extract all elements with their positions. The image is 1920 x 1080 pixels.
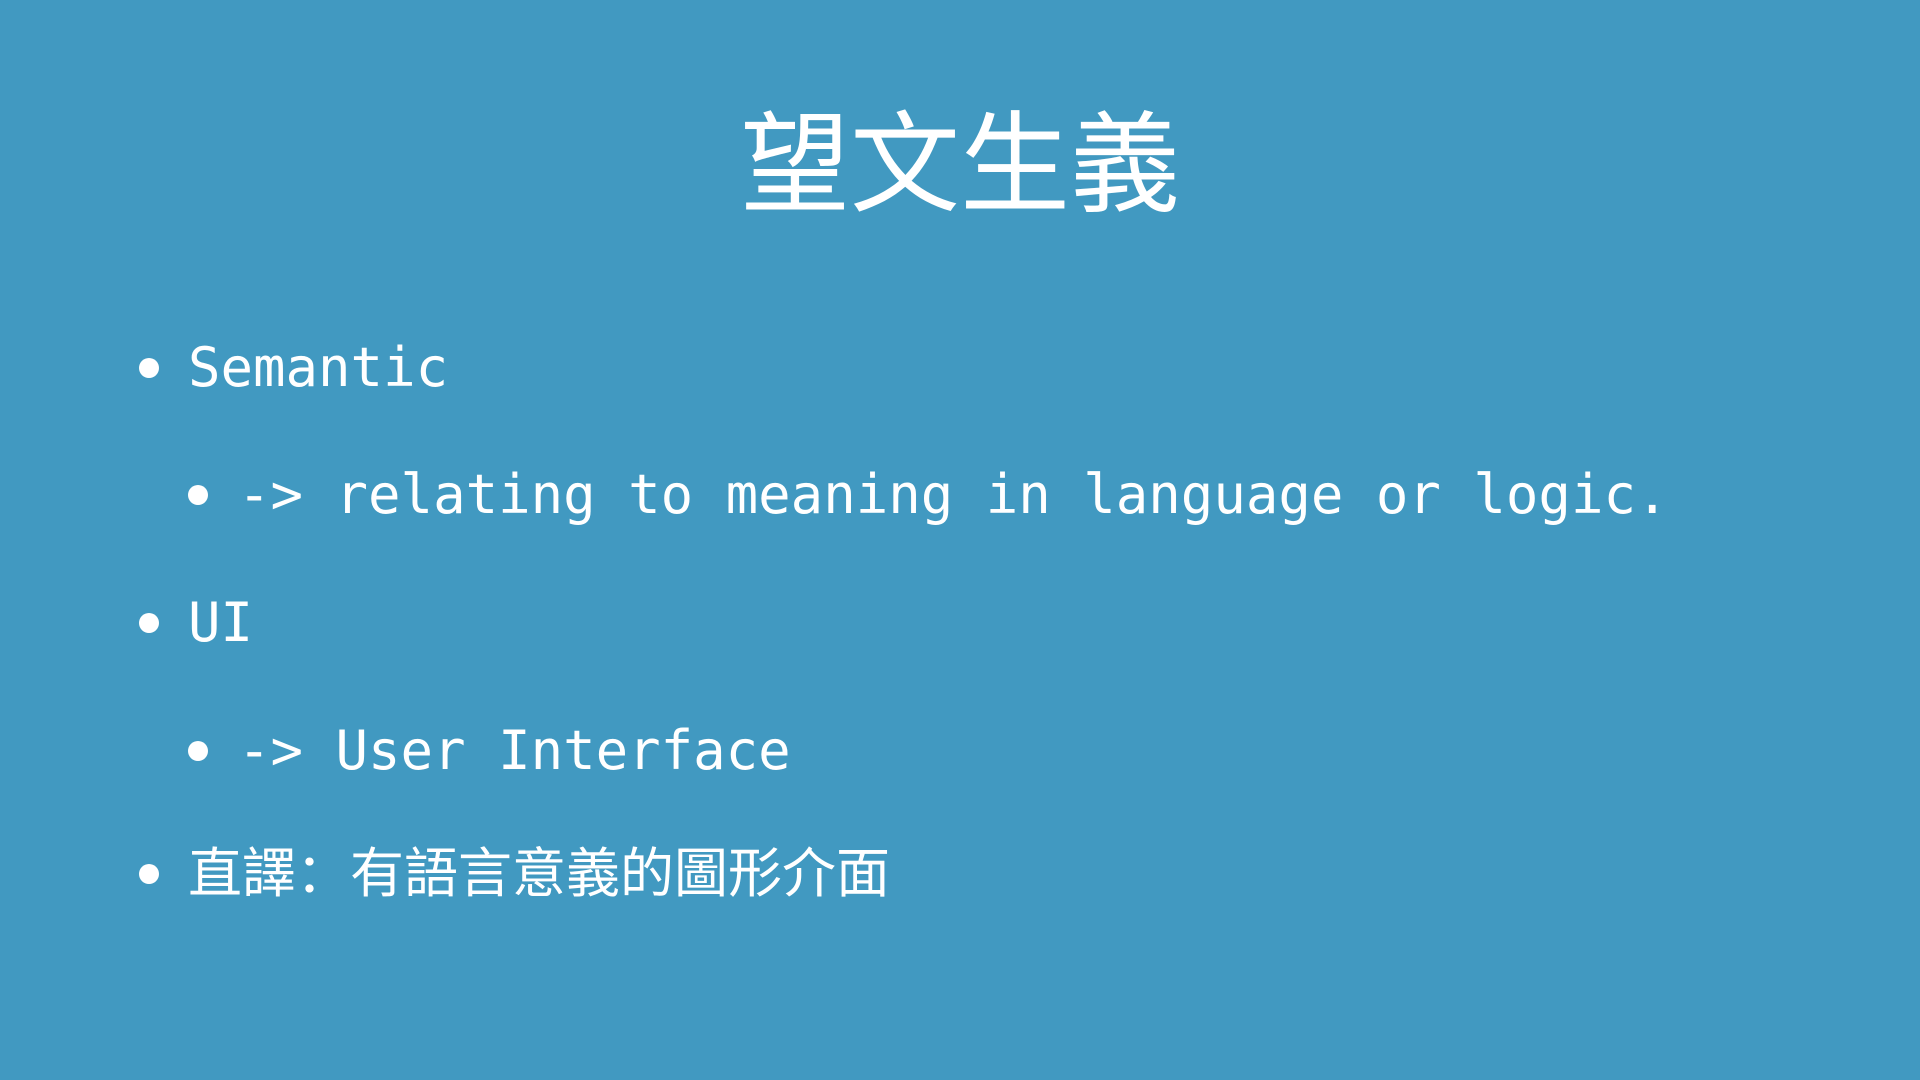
bullet-dot-icon	[188, 485, 208, 505]
bullet-text: 直譯：有語言意義的圖形介面	[188, 842, 890, 905]
bullet-item-ui: UI	[139, 591, 253, 655]
bullet-item-translation: 直譯：有語言意義的圖形介面	[139, 842, 890, 906]
bullet-text: UI	[188, 591, 254, 654]
bullet-item-semantic-definition: -> relating to meaning in language or lo…	[188, 463, 1668, 527]
bullet-text: -> User Interface	[238, 719, 791, 782]
bullet-item-semantic: Semantic	[139, 336, 448, 400]
bullet-text: -> relating to meaning in language or lo…	[238, 463, 1669, 526]
slide-title: 望文生義	[740, 101, 1180, 229]
bullet-dot-icon	[139, 864, 159, 884]
slide: 望文生義 Semantic -> relating to meaning in …	[0, 0, 1920, 1080]
bullet-text: Semantic	[188, 336, 449, 399]
bullet-dot-icon	[139, 358, 159, 378]
bullet-dot-icon	[188, 741, 208, 761]
bullet-item-ui-definition: -> User Interface	[188, 719, 791, 783]
bullet-dot-icon	[139, 613, 159, 633]
